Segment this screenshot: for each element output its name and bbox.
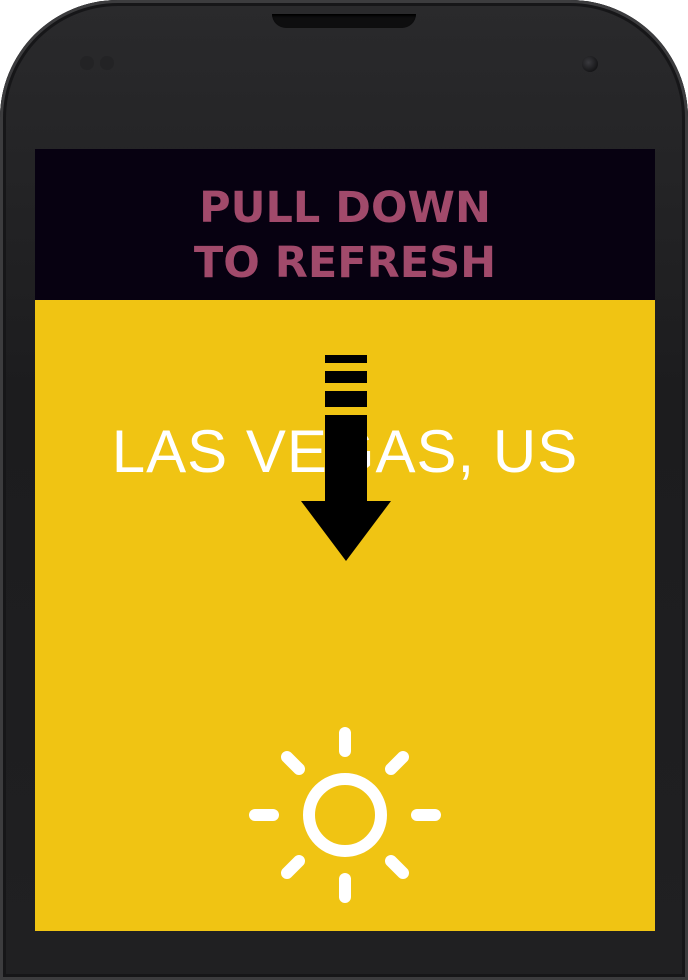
light-sensor [100, 56, 114, 70]
arrow-head [301, 501, 391, 561]
weather-screen[interactable]: PULL DOWN TO REFRESH LAS VEGAS, US [35, 149, 655, 931]
proximity-sensor [80, 56, 94, 70]
pull-down-arrow-icon [301, 355, 391, 561]
sun-ray-top-left [281, 751, 305, 775]
arrow-dash-2 [325, 371, 367, 383]
front-camera [582, 56, 598, 72]
pull-to-refresh-banner: PULL DOWN TO REFRESH [35, 149, 655, 300]
sun-ray-bottom-right [385, 855, 409, 879]
sun-core [303, 773, 387, 857]
phone-frame: PULL DOWN TO REFRESH LAS VEGAS, US [0, 0, 688, 980]
sun-ray-top-right [385, 751, 409, 775]
arrow-shaft [325, 415, 367, 503]
sun-ray-bottom-left [281, 855, 305, 879]
pull-to-refresh-label: PULL DOWN TO REFRESH [35, 181, 655, 291]
pull-to-refresh-line-1: PULL DOWN [199, 183, 491, 233]
sun-icon [249, 727, 441, 903]
arrow-dash-1 [325, 355, 367, 363]
pull-to-refresh-line-2: TO REFRESH [193, 238, 497, 288]
earpiece-speaker [272, 14, 416, 28]
arrow-dash-3 [325, 391, 367, 407]
